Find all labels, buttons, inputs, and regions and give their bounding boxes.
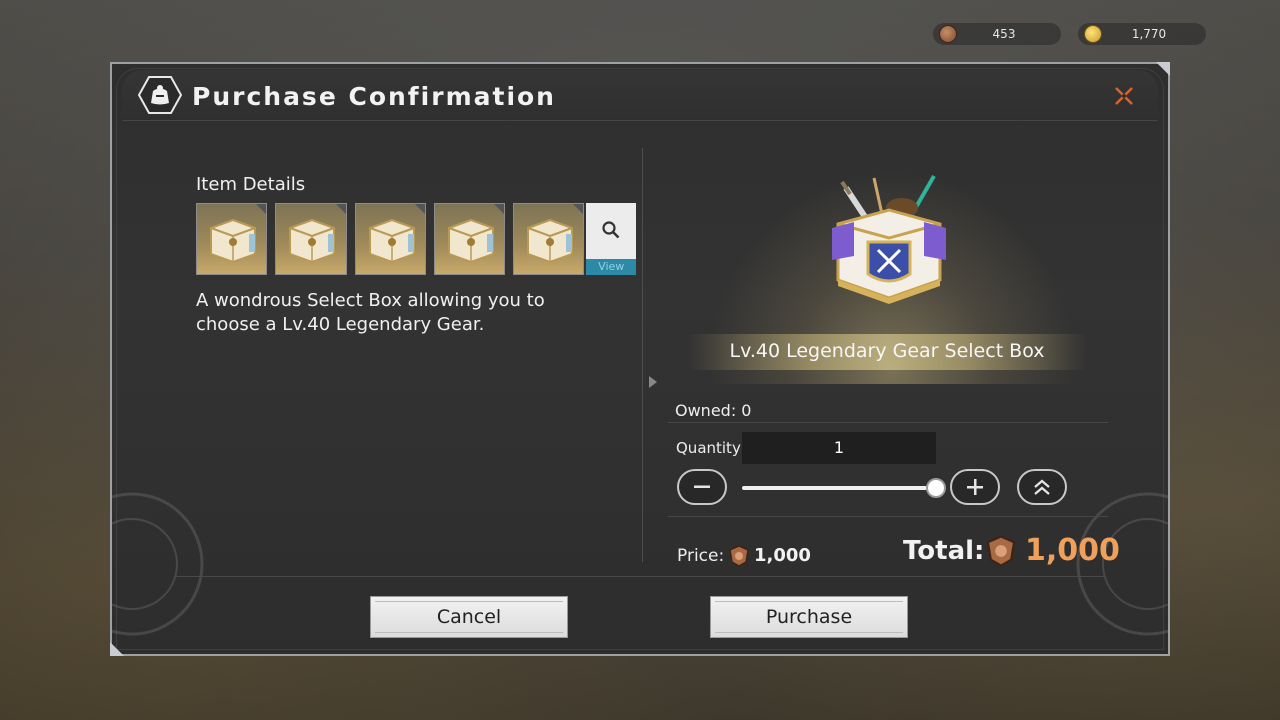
- total-label: Total:: [903, 536, 985, 566]
- title-bar: Purchase Confirmation: [122, 70, 1158, 121]
- search-icon: [602, 221, 620, 239]
- quantity-label: Quantity: [676, 439, 741, 457]
- quantity-field[interactable]: 1: [742, 432, 936, 464]
- pane-divider: [642, 148, 643, 562]
- purchase-button[interactable]: Purchase: [710, 596, 908, 638]
- product-name: Lv.40 Legendary Gear Select Box: [729, 340, 1045, 362]
- item-slot-3[interactable]: [354, 203, 426, 275]
- plus-icon: [967, 479, 983, 495]
- arrow-indicator: [649, 376, 657, 388]
- total-value: 1,000: [1025, 533, 1120, 568]
- gear-box-icon: [527, 218, 574, 264]
- bronze-medal-icon: [729, 545, 749, 567]
- legendary-gear-box-icon: [832, 175, 946, 304]
- quantity-slider-track[interactable]: [742, 486, 936, 490]
- close-icon[interactable]: [1112, 84, 1136, 108]
- gold-coin-icon: [1084, 25, 1102, 43]
- currency-bronze: 453: [933, 23, 1061, 45]
- dialog-title: Purchase Confirmation: [192, 82, 556, 111]
- quantity-slider-thumb[interactable]: [926, 478, 946, 498]
- gear-box-icon: [447, 218, 494, 264]
- currency-gold: 1,770: [1078, 23, 1206, 45]
- divider: [668, 516, 1108, 517]
- price-label: Price:: [677, 546, 725, 566]
- purchase-dialog: Purchase Confirmation Item Details View …: [110, 62, 1170, 656]
- decrease-quantity-button[interactable]: [677, 469, 727, 505]
- item-list: View: [196, 203, 636, 275]
- view-label: View: [586, 259, 636, 275]
- bronze-coin-icon: [939, 25, 957, 43]
- gear-box-icon: [368, 218, 415, 264]
- item-slot-1[interactable]: [196, 203, 268, 275]
- item-description: A wondrous Select Box allowing you to ch…: [196, 290, 545, 335]
- corner-decoration: [1156, 62, 1170, 76]
- increase-quantity-button[interactable]: [950, 469, 1000, 505]
- gear-box-icon: [210, 218, 256, 264]
- currency-gold-value: 1,770: [1131, 27, 1167, 41]
- cancel-button[interactable]: Cancel: [370, 596, 568, 638]
- view-items-button[interactable]: View: [586, 203, 636, 275]
- item-slot-4[interactable]: [433, 203, 506, 275]
- corner-decoration: [110, 642, 124, 656]
- owned-count: Owned: 0: [675, 401, 752, 420]
- footer-divider: [176, 576, 1104, 577]
- divider: [668, 422, 1108, 423]
- item-details-label: Item Details: [196, 174, 306, 195]
- minus-icon: [694, 485, 710, 488]
- double-chevron-up-icon: [1034, 479, 1050, 495]
- item-slot-5[interactable]: [513, 203, 585, 275]
- gear-box-icon: [289, 218, 336, 264]
- item-slot-2[interactable]: [275, 203, 347, 275]
- item-details-pane: Item Details View A wondrous Select Box …: [196, 174, 636, 337]
- price-value: 1,000: [754, 545, 811, 566]
- currency-bronze-value: 453: [992, 27, 1016, 41]
- ornament-left: [112, 492, 204, 636]
- max-quantity-button[interactable]: [1017, 469, 1067, 505]
- bronze-medal-icon: [986, 535, 1016, 567]
- shop-bag-icon: [138, 76, 182, 114]
